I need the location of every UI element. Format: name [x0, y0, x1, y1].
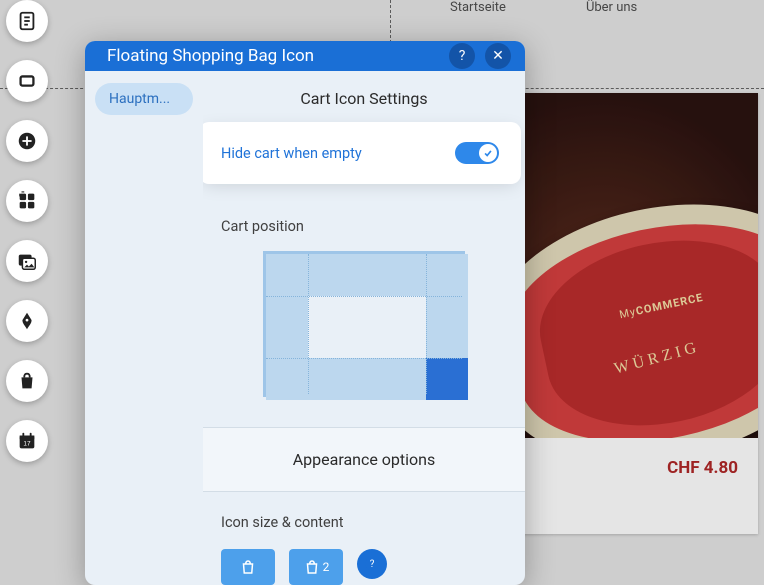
svg-text:?: ? — [370, 559, 375, 570]
pos-top-left[interactable] — [266, 254, 308, 296]
apps-icon[interactable] — [6, 180, 48, 222]
icon-option-bag[interactable] — [221, 549, 275, 585]
pen-icon[interactable] — [6, 300, 48, 342]
left-toolbar: 17 — [6, 0, 54, 462]
toggle-knob — [479, 144, 497, 162]
row-hide-cart-when-empty: Hide cart when empty — [203, 126, 517, 180]
svg-text:17: 17 — [23, 441, 31, 448]
sidebar-item-hauptmenu[interactable]: Hauptm... — [95, 83, 193, 115]
icon-size-options: 2 ? — [203, 549, 525, 585]
page-icon[interactable] — [6, 0, 48, 42]
icon-option-count: 2 — [323, 560, 330, 574]
hide-cart-label: Hide cart when empty — [221, 145, 362, 162]
pos-middle-right[interactable] — [426, 296, 468, 358]
pos-bottom-left[interactable] — [266, 358, 308, 400]
modal-sidebar: Hauptm... — [85, 71, 203, 585]
section-appearance-options[interactable]: Appearance options — [203, 428, 525, 492]
settings-modal: Floating Shopping Bag Icon ? ✕ Hauptm...… — [85, 41, 525, 585]
icon-size-label: Icon size & content — [203, 492, 525, 543]
section-icon[interactable] — [6, 60, 48, 102]
close-button[interactable]: ✕ — [485, 43, 511, 69]
hide-cart-toggle[interactable] — [455, 142, 499, 164]
pos-bottom-right[interactable] — [426, 358, 468, 400]
cart-position-label: Cart position — [203, 184, 525, 251]
bag-icon[interactable] — [6, 360, 48, 402]
pos-top-center[interactable] — [308, 254, 426, 296]
media-icon[interactable] — [6, 240, 48, 282]
modal-header: Floating Shopping Bag Icon ? ✕ — [85, 41, 525, 71]
icon-option-bag-count[interactable]: 2 — [289, 549, 343, 585]
pos-middle-left[interactable] — [266, 296, 308, 358]
modal-title: Floating Shopping Bag Icon — [107, 46, 314, 66]
section-cart-icon-settings: Cart Icon Settings — [203, 71, 525, 122]
help-button[interactable]: ? — [449, 43, 475, 69]
pos-top-right[interactable] — [426, 254, 468, 296]
add-icon[interactable] — [6, 120, 48, 162]
cart-position-grid — [263, 251, 465, 397]
modal-main: Cart Icon Settings Hide cart when empty … — [203, 71, 525, 585]
pos-bottom-center[interactable] — [308, 358, 426, 400]
calendar-icon[interactable]: 17 — [6, 420, 48, 462]
icon-option-help[interactable]: ? — [357, 549, 387, 579]
